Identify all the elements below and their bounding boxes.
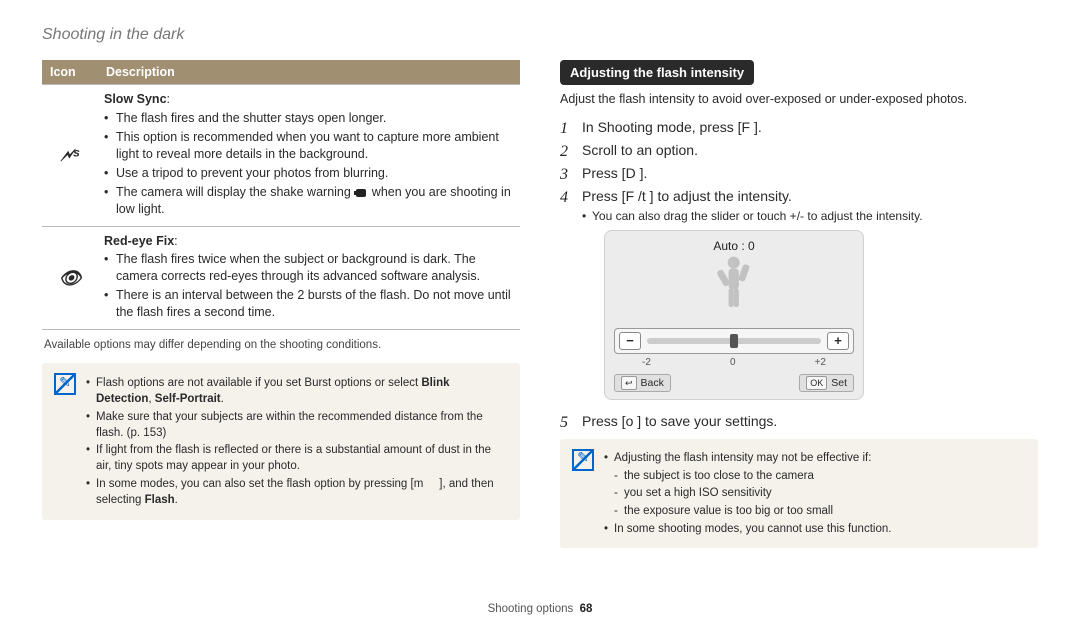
- plus-button[interactable]: +: [827, 332, 849, 350]
- note-icon: ✎: [54, 373, 76, 395]
- shake-warning-icon: [354, 187, 368, 199]
- row-title: Red-eye Fix: [104, 234, 174, 248]
- tick-label: +2: [815, 356, 826, 370]
- tick-label: -2: [642, 356, 651, 370]
- tick-label: 0: [730, 356, 736, 370]
- slow-sync-icon: 🗲ˢ: [61, 145, 80, 165]
- back-softkey[interactable]: ↩Back: [614, 374, 671, 392]
- list-item: you set a high ISO sensitivity: [614, 485, 891, 501]
- note-icon: ✎: [572, 449, 594, 471]
- list-item: The camera will display the shake warnin…: [104, 184, 514, 218]
- page-title: Shooting in the dark: [42, 24, 1038, 46]
- list-item: Use a tripod to prevent your photos from…: [104, 165, 514, 182]
- list-item: The flash fires and the shutter stays op…: [104, 110, 514, 127]
- red-eye-fix-icon: 👁: [59, 268, 82, 288]
- ok-key-icon: OK: [806, 376, 827, 390]
- table-header-icon: Icon: [42, 60, 98, 85]
- list-item: This option is recommended when you want…: [104, 129, 514, 163]
- list-item: If light from the flash is reflected or …: [86, 442, 508, 474]
- list-item: the exposure value is too big or too sma…: [614, 503, 891, 519]
- table-row: 👁 Red-eye Fix: The flash fires twice whe…: [42, 226, 520, 329]
- step-item: Press [F /t ] to adjust the intensity. Y…: [560, 187, 1038, 400]
- list-item: In some shooting modes, you cannot use t…: [604, 521, 891, 537]
- list-item: the subject is too close to the camera: [614, 468, 891, 484]
- table-header-desc: Description: [98, 60, 520, 85]
- camera-screen-preview: Auto : 0 − + -2 0 +2: [604, 230, 864, 400]
- step-item: Press [o ] to save your settings.: [560, 412, 1038, 431]
- list-item: In some modes, you can also set the flas…: [86, 476, 508, 508]
- step-item: Press [D ].: [560, 164, 1038, 183]
- flash-value-label: Auto : 0: [614, 238, 854, 254]
- back-arrow-icon: ↩: [621, 376, 637, 390]
- list-item: Make sure that your subjects are within …: [86, 409, 508, 441]
- silhouette-preview: [614, 254, 854, 326]
- list-item: The flash fires twice when the subject o…: [104, 251, 514, 285]
- slider-thumb[interactable]: [730, 334, 738, 348]
- list-item: Flash options are not available if you s…: [86, 375, 508, 407]
- section-intro: Adjust the flash intensity to avoid over…: [560, 91, 1038, 108]
- flash-options-table: Icon Description 🗲ˢ Slow Sync: The flash…: [42, 60, 520, 330]
- step-item: In Shooting mode, press [F ].: [560, 118, 1038, 137]
- list-item: You can also drag the slider or touch +/…: [582, 208, 1038, 224]
- intensity-slider[interactable]: − +: [614, 328, 854, 354]
- left-column: Icon Description 🗲ˢ Slow Sync: The flash…: [42, 60, 520, 549]
- note-box-right: ✎ Adjusting the flash intensity may not …: [560, 439, 1038, 548]
- list-item: Adjusting the flash intensity may not be…: [604, 450, 891, 519]
- page-footer: Shooting options 68: [0, 602, 1080, 618]
- note-box-left: ✎ Flash options are not available if you…: [42, 363, 520, 519]
- section-heading: Adjusting the flash intensity: [560, 60, 754, 86]
- set-softkey[interactable]: OKSet: [799, 374, 854, 392]
- row-title: Slow Sync: [104, 92, 167, 106]
- step-item: Scroll to an option.: [560, 141, 1038, 160]
- list-item: There is an interval between the 2 burst…: [104, 287, 514, 321]
- options-footnote: Available options may differ depending o…: [44, 338, 518, 354]
- right-column: Adjusting the flash intensity Adjust the…: [560, 60, 1038, 549]
- table-row: 🗲ˢ Slow Sync: The flash fires and the sh…: [42, 85, 520, 226]
- minus-button[interactable]: −: [619, 332, 641, 350]
- steps-list: In Shooting mode, press [F ]. Scroll to …: [560, 118, 1038, 431]
